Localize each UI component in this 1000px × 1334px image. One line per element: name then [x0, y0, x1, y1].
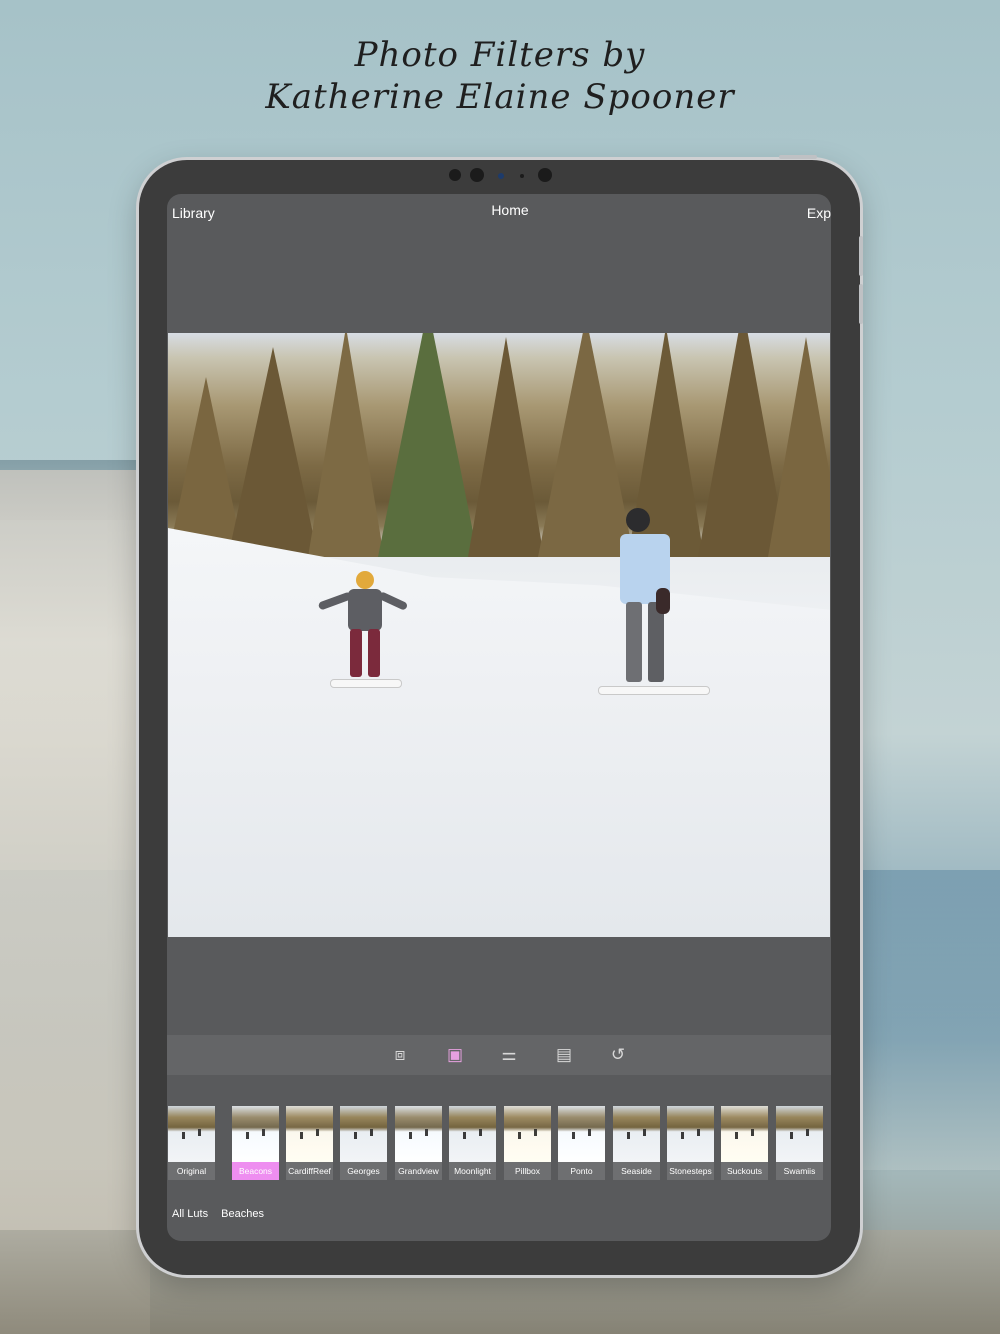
- headline-line-2: Katherine Elaine Spooner: [265, 77, 735, 117]
- tree: [378, 333, 478, 557]
- device-side-button: [859, 236, 863, 276]
- filter-preview-image: [395, 1106, 442, 1162]
- camera-icon: [538, 168, 552, 182]
- adjust-icon[interactable]: ⚌: [498, 1044, 520, 1066]
- filter-label: Ponto: [558, 1162, 605, 1180]
- filter-thumbnail[interactable]: Original: [168, 1106, 215, 1180]
- edit-toolbar: ⧈ ▣ ⚌ ▤ ↺: [167, 1035, 831, 1075]
- tree: [468, 337, 544, 557]
- filter-thumbnail[interactable]: Beacons: [232, 1106, 279, 1180]
- photo-preview[interactable]: [168, 333, 830, 937]
- filter-label: Pillbox: [504, 1162, 551, 1180]
- filter-preview-image: [449, 1106, 496, 1162]
- filter-label: Moonlight: [449, 1162, 496, 1180]
- filter-label: Seaside: [613, 1162, 660, 1180]
- history-icon[interactable]: ↺: [607, 1044, 629, 1066]
- filter-thumbnail[interactable]: Moonlight: [449, 1106, 496, 1180]
- filter-thumbnail[interactable]: Pillbox: [504, 1106, 551, 1180]
- headline-line-1: Photo Filters by: [354, 35, 646, 75]
- sensor-icon: [498, 173, 504, 179]
- sensor-icon: [520, 174, 524, 178]
- camera-icon: [449, 169, 461, 181]
- tab-beaches[interactable]: Beaches: [221, 1208, 264, 1220]
- filter-label: Grandview: [395, 1162, 442, 1180]
- filter-label: Beacons: [232, 1162, 279, 1180]
- export-button[interactable]: Exp: [807, 205, 831, 221]
- filter-preview-image: [168, 1106, 215, 1162]
- adult-snowboarder: [598, 508, 710, 703]
- background-building: [0, 470, 150, 1334]
- filter-preview-image: [558, 1106, 605, 1162]
- tree: [228, 347, 318, 557]
- filter-thumbnail[interactable]: Ponto: [558, 1106, 605, 1180]
- filter-thumbnail[interactable]: Grandview: [395, 1106, 442, 1180]
- filter-thumbnail[interactable]: Georges: [340, 1106, 387, 1180]
- tablet-device: Library Home Exp ⧈ ▣ ⚌ ▤ ↺ Original Beac…: [139, 155, 863, 1275]
- filter-preview-image: [776, 1106, 823, 1162]
- app-screen: Library Home Exp ⧈ ▣ ⚌ ▤ ↺ Original Beac…: [167, 194, 831, 1241]
- filter-preview-image: [721, 1106, 768, 1162]
- filter-label: Stonesteps: [667, 1162, 714, 1180]
- page-title: Home: [491, 202, 529, 218]
- filter-preview-image: [340, 1106, 387, 1162]
- device-top-button: [779, 155, 817, 159]
- filter-icon[interactable]: ▣: [444, 1044, 466, 1066]
- filter-preview-image: [286, 1106, 333, 1162]
- filter-thumbnail[interactable]: Suckouts: [721, 1106, 768, 1180]
- tree: [768, 337, 830, 557]
- filter-label: Suckouts: [721, 1162, 768, 1180]
- camera-icon: [470, 168, 484, 182]
- device-side-button: [859, 284, 863, 324]
- tab-all-luts[interactable]: All Luts: [172, 1208, 208, 1220]
- lut-category-tabs: All Luts Beaches: [172, 1208, 274, 1220]
- filter-preview-image: [232, 1106, 279, 1162]
- crop-icon[interactable]: ⧈: [389, 1044, 411, 1066]
- filter-label: Georges: [340, 1162, 387, 1180]
- filter-label: Swamiis: [776, 1162, 823, 1180]
- filter-thumbnail[interactable]: Swamiis: [776, 1106, 823, 1180]
- filter-thumbnail[interactable]: CardiffReef: [286, 1106, 333, 1180]
- filter-label: Original: [168, 1162, 215, 1180]
- snow-slope: [168, 528, 830, 937]
- filter-preview-image: [613, 1106, 660, 1162]
- filter-preview-image: [667, 1106, 714, 1162]
- filter-thumbnail[interactable]: Seaside: [613, 1106, 660, 1180]
- filter-thumbnail[interactable]: Stonesteps: [667, 1106, 714, 1180]
- promo-headline: Photo Filters by Katherine Elaine Spoone…: [0, 34, 1000, 118]
- filter-strip: Original Beacons CardiffReef Georges Grandvi…: [167, 1106, 831, 1182]
- filter-label: CardiffReef: [286, 1162, 333, 1180]
- clipboard-icon[interactable]: ▤: [553, 1044, 575, 1066]
- tree: [308, 333, 384, 557]
- filter-preview-image: [504, 1106, 551, 1162]
- child-snowboarder: [317, 571, 409, 701]
